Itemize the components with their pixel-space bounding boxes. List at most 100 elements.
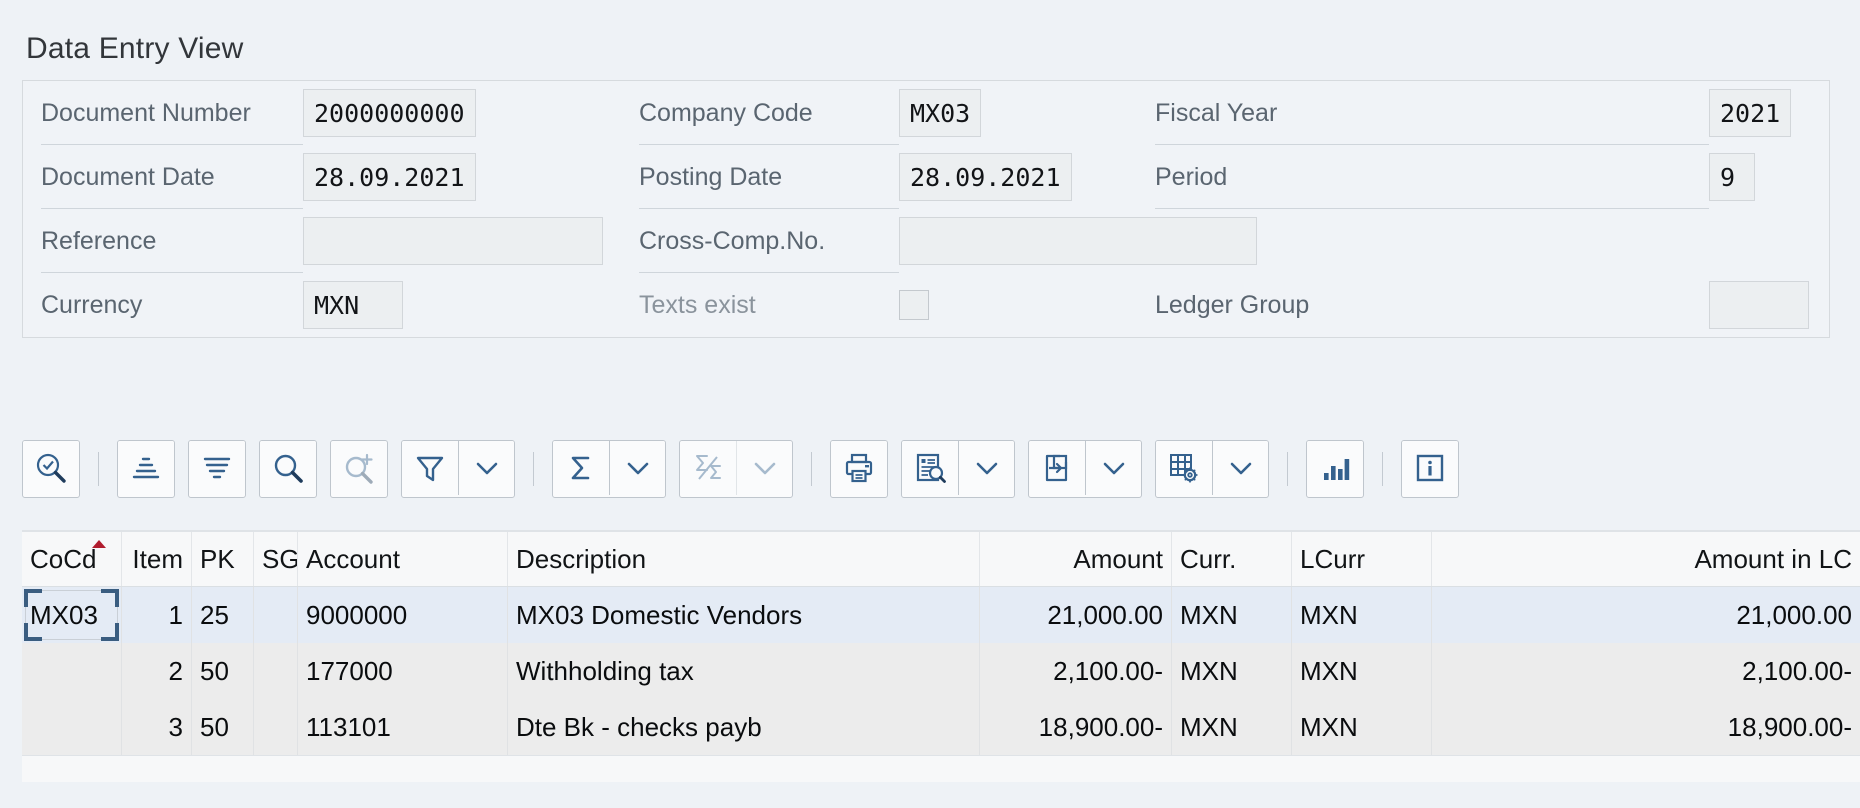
toolbar-group-info <box>1401 440 1459 498</box>
cell-account[interactable]: 177000 <box>298 643 508 699</box>
chart-bar-icon[interactable] <box>1307 441 1363 495</box>
form-row: Reference Cross-Comp.No. <box>23 209 1829 273</box>
cell-lcurr[interactable]: MXN <box>1292 587 1432 643</box>
toolbar-group-subtotal <box>679 440 793 498</box>
field-posting-date: Posting Date <box>621 145 899 209</box>
field-cross-comp-no: Cross-Comp.No. <box>621 209 899 273</box>
focus-corner-icon <box>101 589 119 607</box>
toolbar-divider <box>98 452 99 486</box>
toolbar-group-total <box>552 440 666 498</box>
cell-amount-in-lc[interactable]: 18,900.00- <box>1432 699 1860 755</box>
column-header-account[interactable]: Account <box>298 532 508 586</box>
cell-cocd[interactable] <box>22 699 122 755</box>
cell-pk[interactable]: 25 <box>192 587 254 643</box>
toolbar-group-print <box>830 440 888 498</box>
ledger-group-input[interactable] <box>1709 281 1809 329</box>
field-fiscal-year-value-wrap: 2021 <box>1709 81 1829 145</box>
cell-sg[interactable] <box>254 699 298 755</box>
cell-lcurr[interactable]: MXN <box>1292 699 1432 755</box>
toolbar-divider <box>1382 452 1383 486</box>
field-period: Period <box>1137 145 1709 209</box>
subtotal-levels-icon[interactable] <box>118 441 174 495</box>
period-input[interactable]: 9 <box>1709 153 1755 201</box>
column-header-curr[interactable]: Curr. <box>1172 532 1292 586</box>
cell-pk[interactable]: 50 <box>192 699 254 755</box>
column-header-lcurr[interactable]: LCurr <box>1292 532 1432 586</box>
column-header-pk[interactable]: PK <box>192 532 254 586</box>
toolbar-group-find <box>259 440 317 498</box>
document-date-input[interactable]: 28.09.2021 <box>303 153 476 201</box>
column-header-item[interactable]: Item <box>122 532 192 586</box>
cross-comp-no-input[interactable] <box>899 217 1257 265</box>
cell-pk[interactable]: 50 <box>192 643 254 699</box>
cell-description[interactable]: Dte Bk - checks payb <box>508 699 980 755</box>
subtotal-menu-chevron-down-icon[interactable] <box>736 441 792 495</box>
cell-lcurr[interactable]: MXN <box>1292 643 1432 699</box>
cell-sg[interactable] <box>254 643 298 699</box>
layout-settings-chevron-down-icon[interactable] <box>1212 441 1268 495</box>
search-icon[interactable] <box>260 441 316 495</box>
texts-exist-checkbox[interactable] <box>899 290 929 320</box>
subtotal-sigma-icon[interactable] <box>680 441 736 495</box>
cell-description[interactable]: MX03 Domestic Vendors <box>508 587 980 643</box>
export-chevron-down-icon[interactable] <box>1085 441 1141 495</box>
print-icon[interactable] <box>831 441 887 495</box>
cell-amount[interactable]: 18,900.00- <box>980 699 1172 755</box>
field-ledger-group: Ledger Group <box>1137 273 1709 337</box>
toolbar-group-subtotal-levels <box>117 440 175 498</box>
field-document-number-value-wrap: 2000000000 <box>303 81 621 145</box>
cell-account[interactable]: 113101 <box>298 699 508 755</box>
field-company-code-value-wrap: MX03 <box>899 81 1137 145</box>
cell-amount[interactable]: 2,100.00- <box>980 643 1172 699</box>
field-label: Document Number <box>41 98 251 127</box>
filter-menu-chevron-down-icon[interactable] <box>458 441 514 495</box>
column-header-description[interactable]: Description <box>508 532 980 586</box>
filter-icon[interactable] <box>402 441 458 495</box>
cell-cocd[interactable]: MX03 <box>22 587 122 643</box>
field-document-date-value-wrap: 28.09.2021 <box>303 145 621 209</box>
table-row[interactable]: 3 50 113101 Dte Bk - checks payb 18,900.… <box>22 699 1860 755</box>
cell-curr[interactable]: MXN <box>1172 643 1292 699</box>
cell-amount-in-lc[interactable]: 21,000.00 <box>1432 587 1860 643</box>
print-preview-icon[interactable] <box>902 441 958 495</box>
sort-filter-icon[interactable] <box>189 441 245 495</box>
cell-curr[interactable]: MXN <box>1172 587 1292 643</box>
document-number-input[interactable]: 2000000000 <box>303 89 476 137</box>
total-sigma-icon[interactable] <box>553 441 609 495</box>
field-label: Company Code <box>639 98 813 127</box>
export-icon[interactable] <box>1029 441 1085 495</box>
cell-amount-in-lc[interactable]: 2,100.00- <box>1432 643 1860 699</box>
posting-date-input[interactable]: 28.09.2021 <box>899 153 1072 201</box>
cell-description[interactable]: Withholding tax <box>508 643 980 699</box>
field-label: Reference <box>41 226 157 255</box>
cell-curr[interactable]: MXN <box>1172 699 1292 755</box>
field-posting-date-value-wrap: 28.09.2021 <box>899 145 1137 209</box>
field-currency: Currency <box>23 273 303 337</box>
print-preview-chevron-down-icon[interactable] <box>958 441 1014 495</box>
table-row[interactable]: MX03 1 25 9000000 MX03 Domestic Vendors … <box>22 587 1860 643</box>
field-ledger-group-value-wrap <box>1709 273 1829 337</box>
reference-input[interactable] <box>303 217 603 265</box>
column-header-sg[interactable]: SG <box>254 532 298 586</box>
company-code-input[interactable]: MX03 <box>899 89 982 137</box>
cell-item[interactable]: 2 <box>122 643 192 699</box>
currency-input[interactable]: MXN <box>303 281 403 329</box>
layout-settings-icon[interactable] <box>1156 441 1212 495</box>
form-row: Document Date 28.09.2021 Posting Date 28… <box>23 145 1829 209</box>
cell-account[interactable]: 9000000 <box>298 587 508 643</box>
field-label: Posting Date <box>639 162 783 191</box>
column-header-cocd[interactable]: CoCd <box>22 532 122 586</box>
cell-amount[interactable]: 21,000.00 <box>980 587 1172 643</box>
fiscal-year-input[interactable]: 2021 <box>1709 89 1792 137</box>
cell-sg[interactable] <box>254 587 298 643</box>
find-layout-icon[interactable] <box>23 441 79 495</box>
column-header-amount[interactable]: Amount <box>980 532 1172 586</box>
search-plus-icon[interactable] <box>331 441 387 495</box>
column-header-amount-in-lc[interactable]: Amount in LC <box>1432 532 1860 586</box>
cell-item[interactable]: 1 <box>122 587 192 643</box>
total-menu-chevron-down-icon[interactable] <box>609 441 665 495</box>
table-row[interactable]: 2 50 177000 Withholding tax 2,100.00- MX… <box>22 643 1860 699</box>
cell-cocd[interactable] <box>22 643 122 699</box>
cell-item[interactable]: 3 <box>122 699 192 755</box>
info-icon[interactable] <box>1402 441 1458 495</box>
